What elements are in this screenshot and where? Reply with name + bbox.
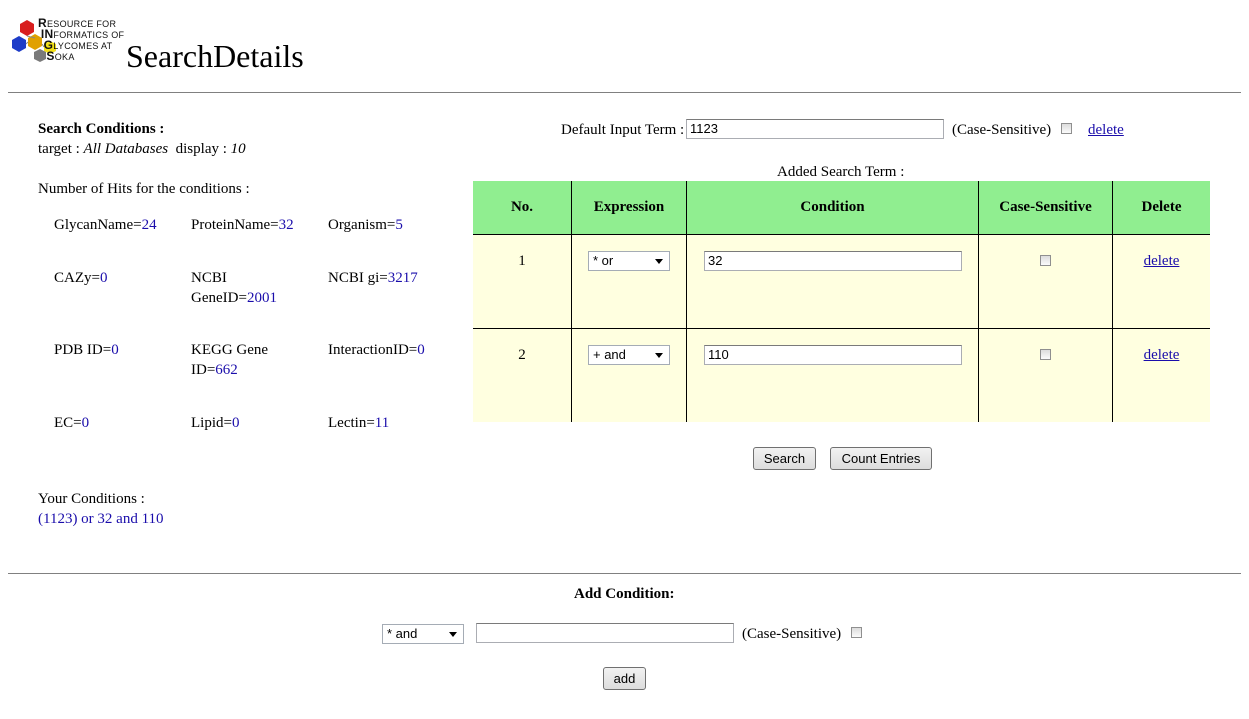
search-button[interactable]: Search: [753, 447, 816, 470]
your-conditions-value: (1123) or 32 and 110: [38, 511, 164, 527]
table-header-row: No. Expression Condition Case-Sensitive …: [473, 181, 1210, 235]
delete-cell: delete: [1112, 234, 1210, 329]
case-sensitive-checkbox[interactable]: [1040, 349, 1051, 360]
hit-glycanname: GlycanName=24: [54, 217, 157, 233]
delete-cell: delete: [1112, 328, 1210, 422]
add-condition-input[interactable]: [476, 623, 734, 643]
col-no: No.: [473, 181, 572, 235]
hit-kegg-gene-id: KEGG Gene ID=662: [191, 342, 269, 378]
chevron-down-icon: [655, 353, 663, 358]
expression-cell: + and: [571, 328, 687, 422]
chevron-down-icon: [655, 259, 663, 264]
hits-heading: Number of Hits for the conditions :: [38, 181, 250, 197]
your-conditions-heading: Your Conditions :: [38, 491, 145, 507]
col-case-sensitive: Case-Sensitive: [978, 181, 1113, 235]
hit-proteinname: ProteinName=32: [191, 217, 294, 233]
delete-link[interactable]: delete: [1144, 253, 1180, 269]
col-expression: Expression: [571, 181, 687, 235]
expression-select[interactable]: + and: [588, 345, 670, 365]
hit-ncbi-geneid: NCBI GeneID=2001: [191, 270, 277, 306]
bottom-divider: [8, 573, 1241, 574]
add-condition-heading: Add Condition:: [574, 586, 675, 602]
count-entries-button[interactable]: Count Entries: [830, 447, 932, 470]
condition-cell: 110: [686, 328, 979, 422]
condition-cell: 32: [686, 234, 979, 329]
expression-select[interactable]: * or: [588, 251, 670, 271]
your-conditions: Your Conditions : (1123) or 32 and 110: [38, 489, 164, 529]
add-case-checkbox[interactable]: [851, 627, 862, 638]
search-conditions: Search Conditions : target : All Databas…: [38, 119, 246, 159]
add-button[interactable]: add: [603, 667, 646, 690]
display-label: display :: [175, 141, 231, 157]
hit-interactionid: InteractionID=0: [328, 342, 425, 358]
default-term-input[interactable]: 1123: [686, 119, 944, 139]
condition-input[interactable]: 110: [704, 345, 962, 365]
condition-input[interactable]: 32: [704, 251, 962, 271]
table-row: 2 + and 110 delete: [473, 328, 1210, 422]
logo-text: RESOURCE FOR INFORMATICS OF GLYCOMES AT …: [38, 16, 125, 63]
hit-ncbi-gi: NCBI gi=3217: [328, 270, 418, 286]
default-case-label: (Case-Sensitive): [952, 122, 1052, 138]
table-row: 1 * or 32 delete: [473, 234, 1210, 329]
case-cell: [978, 234, 1113, 329]
display-value: 10: [230, 141, 246, 157]
search-conditions-heading: Search Conditions :: [38, 121, 165, 137]
hit-lectin: Lectin=11: [328, 415, 390, 431]
expression-cell: * or: [571, 234, 687, 329]
add-case-label: (Case-Sensitive): [742, 626, 842, 642]
added-terms-heading: Added Search Term :: [777, 164, 905, 180]
target-value: All Databases: [83, 141, 169, 157]
added-terms-table: No. Expression Condition Case-Sensitive …: [473, 181, 1210, 422]
col-delete: Delete: [1112, 181, 1210, 235]
top-divider: [8, 92, 1241, 93]
case-cell: [978, 328, 1113, 422]
delete-link[interactable]: delete: [1144, 347, 1180, 363]
col-condition: Condition: [686, 181, 979, 235]
target-label: target :: [38, 141, 84, 157]
hit-organism: Organism=5: [328, 217, 403, 233]
add-expression-select[interactable]: * and: [382, 624, 464, 644]
default-term-label: Default Input Term :: [561, 122, 685, 138]
row-number: 1: [473, 234, 572, 329]
chevron-down-icon: [449, 632, 457, 637]
default-delete-link[interactable]: delete: [1088, 120, 1124, 140]
hit-ec: EC=0: [54, 415, 90, 431]
hit-lipid: Lipid=0: [191, 415, 240, 431]
row-number: 2: [473, 328, 572, 422]
page-title: SearchDetails: [126, 38, 304, 74]
case-sensitive-checkbox[interactable]: [1040, 255, 1051, 266]
hit-cazy: CAZy=0: [54, 270, 108, 286]
default-case-checkbox[interactable]: [1061, 123, 1072, 134]
hit-pdb-id: PDB ID=0: [54, 342, 119, 358]
